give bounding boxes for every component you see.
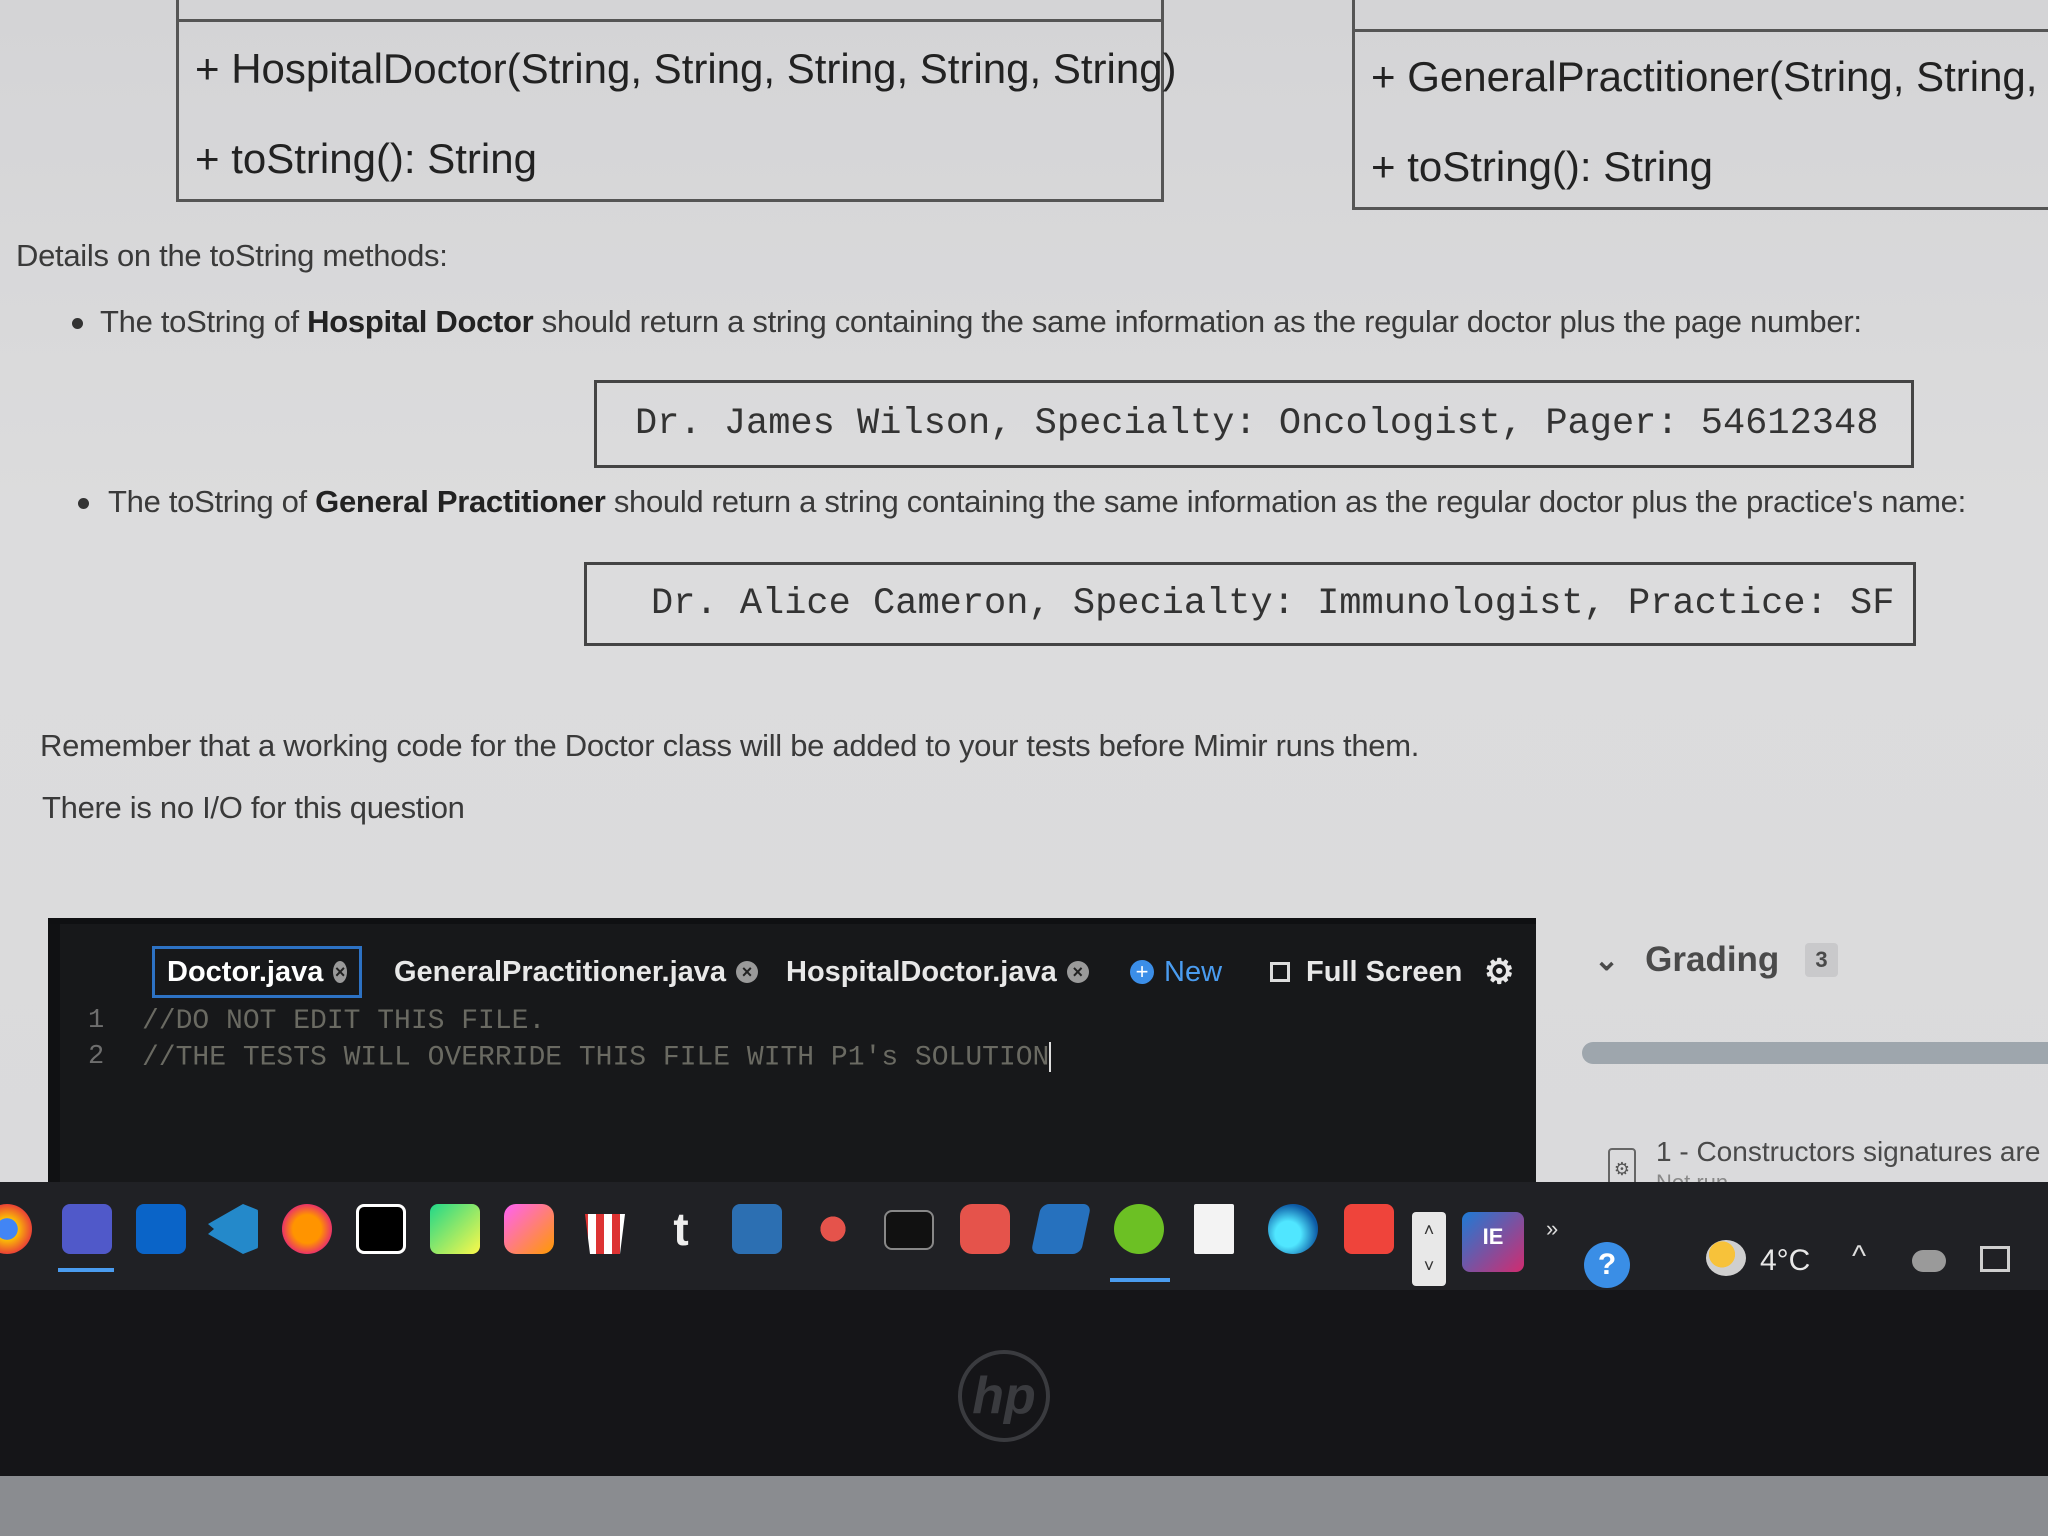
scroll-arrows[interactable]: ˄ ˅ [1412,1212,1446,1286]
creative-cloud-icon[interactable] [504,1204,554,1254]
uml-hospital-tostring: + toString(): String [195,135,537,182]
grading-panel: ⌄ Grading 3 ⚙ 1 - Constructors signature… [1540,930,2048,1220]
tab-hospital-label: HospitalDoctor.java [786,955,1057,988]
tab-doctor-label: Doctor.java [167,955,324,988]
anydesk-icon[interactable] [1344,1204,1394,1254]
grading-header[interactable]: ⌄ Grading 3 [1594,940,1838,980]
fullscreen-button[interactable]: Full Screen [1270,946,1462,998]
no-io-note: There is no I/O for this question [42,790,465,825]
popcorn-icon[interactable] [585,1214,625,1254]
git-icon[interactable] [1114,1204,1164,1254]
weather-icon[interactable] [1706,1240,1746,1276]
uml-hospital-constructor: + HospitalDoctor(String, String, String,… [195,45,1177,92]
remember-note: Remember that a working code for the Doc… [40,728,1420,763]
vscode-icon[interactable] [208,1204,258,1254]
bullet-dot [72,318,83,329]
grading-title: Grading [1645,940,1780,979]
chevron-up-icon[interactable]: ^ [1852,1240,1866,1274]
test-case-name: 1 - Constructors signatures are c [1656,1136,2048,1167]
example-general-text: Dr. Alice Cameron, Specialty: Immunologi… [651,583,1895,625]
line-number: 1 [88,1006,105,1036]
gear-icon: ⚙ [1484,953,1515,991]
chevron-down-icon: ⌄ [1594,943,1620,977]
bullet-hospital-bold: Hospital Doctor [307,304,534,339]
example-hospital-text: Dr. James Wilson, Specialty: Oncologist,… [635,403,1879,445]
tumblr-icon[interactable]: t [656,1204,706,1254]
code-line-text: //THE TESTS WILL OVERRIDE THIS FILE WITH… [142,1042,1050,1074]
bullet-general-post: should return a string containing the sa… [605,484,1966,519]
sticky-icon[interactable] [960,1204,1010,1254]
browser-page: + HospitalDoctor(String, String, String,… [0,0,2048,1290]
monitor-icon[interactable] [1980,1246,2010,1272]
close-icon[interactable]: × [736,961,759,983]
powershell-icon[interactable] [1030,1204,1092,1254]
desk-surface [0,1476,2048,1536]
terminal-icon[interactable] [884,1210,934,1250]
pycharm-icon[interactable] [430,1204,480,1254]
fullscreen-icon [1270,962,1290,982]
tab-general-label: GeneralPractitioner.java [394,955,727,988]
outlook-icon[interactable] [136,1204,186,1254]
hp-logo-icon: hp [958,1350,1050,1442]
tab-doctor-java[interactable]: Doctor.java × [152,946,362,998]
uml-general-tostring: + toString(): String [1371,143,1713,190]
close-icon[interactable]: × [333,961,347,983]
code-line[interactable]: //THE TESTS WILL OVERRIDE THIS FILE WITH… [142,1042,1052,1074]
intellij-icon[interactable] [356,1204,406,1254]
grading-progress-bar [1582,1042,2048,1064]
details-heading: Details on the toString methods: [16,238,448,273]
overflow-chevron-icon[interactable]: » [1546,1216,1558,1242]
chrome-icon[interactable] [0,1204,32,1254]
test-gear-icon: ⚙ [1608,1148,1636,1186]
settings-button[interactable]: ⚙ [1484,946,1514,998]
windows-taskbar: t ˄ ˅ IE » ? 4°C ^ [0,1182,2048,1290]
teams-active-indicator [58,1268,114,1272]
uml-general-constructor: + GeneralPractitioner(String, String, St [1371,53,2048,100]
new-label: New [1164,955,1223,988]
bullet-general-pre: The toString of [108,484,316,519]
text-cursor [1049,1042,1052,1072]
bullet-hospital-post: should return a string containing the sa… [533,304,1862,339]
uml-general-practitioner-box: + GeneralPractitioner(String, String, St… [1352,0,2048,210]
example-general-output: Dr. Alice Cameron, Specialty: Immunologi… [584,562,1916,646]
bullet-general-practitioner: The toString of General Practitioner sho… [108,484,1966,520]
bullet-hospital-pre: The toString of [100,304,308,339]
teams-icon[interactable] [62,1204,112,1254]
bullet-general-bold: General Practitioner [315,484,606,519]
tab-hospital-doctor-java[interactable]: HospitalDoctor.java × [786,946,1089,998]
new-file-button[interactable]: + New [1130,946,1222,998]
code-line[interactable]: //DO NOT EDIT THIS FILE. [142,1006,545,1037]
plus-circle-icon: + [1130,960,1154,984]
edge-icon[interactable] [1268,1204,1318,1254]
git-active-indicator [1110,1278,1170,1282]
example-hospital-output: Dr. James Wilson, Specialty: Oncologist,… [594,380,1914,468]
close-icon[interactable]: × [1066,961,1089,983]
fullscreen-label: Full Screen [1306,955,1463,988]
bullet-hospital-doctor: The toString of Hospital Doctor should r… [100,304,1862,340]
notepad-icon[interactable] [1194,1204,1234,1254]
bullet-dot [78,498,89,509]
grading-count-badge: 3 [1805,943,1838,977]
weather-temperature[interactable]: 4°C [1760,1244,1810,1278]
paint-icon[interactable] [808,1204,858,1254]
firefox-icon[interactable] [282,1204,332,1254]
snip-icon[interactable] [732,1204,782,1254]
ie-icon[interactable]: IE [1462,1212,1524,1272]
tab-general-practitioner-java[interactable]: GeneralPractitioner.java × [394,946,759,998]
uml-hospital-doctor-box: + HospitalDoctor(String, String, String,… [176,0,1177,202]
help-icon[interactable]: ? [1584,1242,1630,1288]
line-number: 2 [88,1042,105,1072]
network-icon[interactable] [1912,1250,1946,1272]
